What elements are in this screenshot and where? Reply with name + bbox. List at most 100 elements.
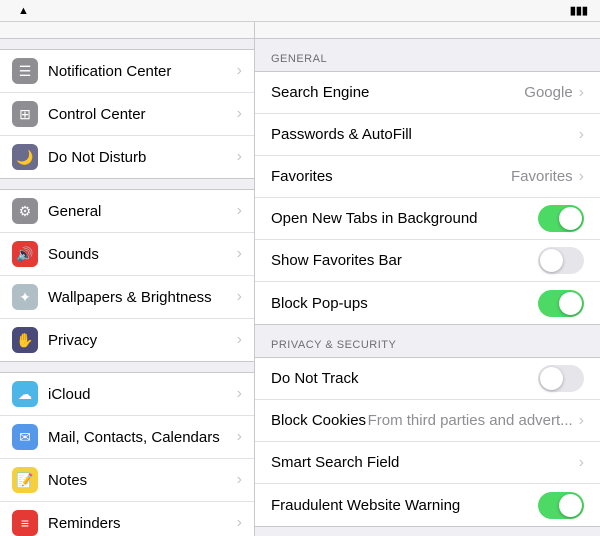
row-label-open-new-tabs: Open New Tabs in Background xyxy=(271,210,538,227)
row-block-popups[interactable]: Block Pop-ups xyxy=(255,282,600,324)
general-chevron-icon: › xyxy=(237,202,242,220)
row-value-block-cookies: From third parties and advert... xyxy=(368,412,573,429)
mail-icon: ✉ xyxy=(12,424,38,450)
toggle-thumb-fraudulent-warning xyxy=(559,494,582,517)
sidebar-item-sounds[interactable]: 🔊 Sounds › xyxy=(0,233,254,276)
notes-chevron-icon: › xyxy=(237,471,242,489)
sidebar-title xyxy=(0,22,254,39)
wallpapers-chevron-icon: › xyxy=(237,288,242,306)
control-center-icon: ⊞ xyxy=(12,101,38,127)
sidebar-item-notes[interactable]: 📝 Notes › xyxy=(0,459,254,502)
control-center-chevron-icon: › xyxy=(237,105,242,123)
row-label-fraudulent-warning: Fraudulent Website Warning xyxy=(271,497,538,514)
general-label: General xyxy=(48,203,101,220)
content-panel: GENERALSearch EngineGoogle›Passwords & A… xyxy=(255,22,600,536)
row-favorites[interactable]: FavoritesFavorites › xyxy=(255,156,600,198)
row-label-block-popups: Block Pop-ups xyxy=(271,295,538,312)
row-label-smart-search: Smart Search Field xyxy=(271,454,579,471)
do-not-disturb-icon: 🌙 xyxy=(12,144,38,170)
row-open-new-tabs[interactable]: Open New Tabs in Background xyxy=(255,198,600,240)
toggle-thumb-block-popups xyxy=(559,292,582,315)
toggle-do-not-track[interactable] xyxy=(538,365,584,392)
main-container: ☰ Notification Center › ⊞ Control Center › 🌙 Do… xyxy=(0,22,600,536)
row-label-show-favorites-bar: Show Favorites Bar xyxy=(271,252,538,269)
sidebar-item-icloud[interactable]: ☁ iCloud › xyxy=(0,373,254,416)
general-icon: ⚙ xyxy=(12,198,38,224)
sidebar-item-reminders[interactable]: ≡Reminders› xyxy=(0,502,254,536)
privacy-link[interactable]: More about Safari and privacy... xyxy=(255,527,600,536)
row-label-search-engine: Search Engine xyxy=(271,84,524,101)
settings-group-general: Search EngineGoogle›Passwords & AutoFill… xyxy=(255,71,600,325)
row-show-favorites-bar[interactable]: Show Favorites Bar xyxy=(255,240,600,282)
row-block-cookies[interactable]: Block CookiesFrom third parties and adve… xyxy=(255,400,600,442)
row-search-engine[interactable]: Search EngineGoogle › xyxy=(255,72,600,114)
row-chevron-smart-search: › xyxy=(579,454,584,472)
sidebar-group-1: ⚙General›🔊Sounds›✦Wallpapers & Brightnes… xyxy=(0,189,254,362)
row-label-block-cookies: Block Cookies xyxy=(271,412,368,429)
sounds-label: Sounds xyxy=(48,246,99,263)
privacy-icon: ✋ xyxy=(12,327,38,353)
row-chevron-search-engine: › xyxy=(579,84,584,102)
sidebar: ☰ Notification Center › ⊞ Control Center › 🌙 Do… xyxy=(0,22,255,536)
toggle-open-new-tabs[interactable] xyxy=(538,205,584,232)
settings-group-privacy: Do Not Track Block CookiesFrom third part… xyxy=(255,357,600,527)
sidebar-item-mail[interactable]: ✉ Mail, Contacts, Calendars › xyxy=(0,416,254,459)
icloud-label: iCloud xyxy=(48,386,91,403)
row-smart-search[interactable]: Smart Search Field› xyxy=(255,442,600,484)
mail-chevron-icon: › xyxy=(237,428,242,446)
sidebar-group-0: ☰ Notification Center › ⊞ Control Center › 🌙 Do… xyxy=(0,49,254,179)
reminders-label: Reminders xyxy=(48,515,121,532)
content-title xyxy=(255,22,600,39)
notification-center-icon: ☰ xyxy=(12,58,38,84)
row-do-not-track[interactable]: Do Not Track xyxy=(255,358,600,400)
row-label-do-not-track: Do Not Track xyxy=(271,370,538,387)
row-passwords[interactable]: Passwords & AutoFill› xyxy=(255,114,600,156)
do-not-disturb-chevron-icon: › xyxy=(237,148,242,166)
status-right: ▮▮▮ xyxy=(566,4,588,17)
sidebar-item-privacy[interactable]: ✋ Privacy › xyxy=(0,319,254,361)
row-label-favorites: Favorites xyxy=(271,168,511,185)
sounds-chevron-icon: › xyxy=(237,245,242,263)
notes-label: Notes xyxy=(48,472,87,489)
sidebar-item-notification-center[interactable]: ☰ Notification Center › xyxy=(0,50,254,93)
row-chevron-block-cookies: › xyxy=(579,412,584,430)
content-sections: GENERALSearch EngineGoogle›Passwords & A… xyxy=(255,39,600,536)
row-fraudulent-warning[interactable]: Fraudulent Website Warning xyxy=(255,484,600,526)
wifi-icon: ▲ xyxy=(18,5,29,17)
row-chevron-passwords: › xyxy=(579,126,584,144)
mail-label: Mail, Contacts, Calendars xyxy=(48,429,220,446)
notification-center-chevron-icon: › xyxy=(237,62,242,80)
icloud-chevron-icon: › xyxy=(237,385,242,403)
sidebar-item-general[interactable]: ⚙ General › xyxy=(0,190,254,233)
notes-icon: 📝 xyxy=(12,467,38,493)
reminders-icon: ≡ xyxy=(12,510,38,536)
toggle-thumb-show-favorites-bar xyxy=(540,249,563,272)
row-value-favorites: Favorites xyxy=(511,168,573,185)
toggle-thumb-open-new-tabs xyxy=(559,207,582,230)
sidebar-groups: ☰ Notification Center › ⊞ Control Center › 🌙 Do… xyxy=(0,49,254,536)
row-chevron-favorites: › xyxy=(579,168,584,186)
wallpapers-label: Wallpapers & Brightness xyxy=(48,289,212,306)
privacy-chevron-icon: › xyxy=(237,331,242,349)
notification-center-label: Notification Center xyxy=(48,63,171,80)
section-title-general: GENERAL xyxy=(255,39,600,71)
toggle-block-popups[interactable] xyxy=(538,290,584,317)
do-not-disturb-label: Do Not Disturb xyxy=(48,149,146,166)
toggle-fraudulent-warning[interactable] xyxy=(538,492,584,519)
toggle-show-favorites-bar[interactable] xyxy=(538,247,584,274)
sounds-icon: 🔊 xyxy=(12,241,38,267)
status-left: ▲ xyxy=(12,5,29,17)
sidebar-item-wallpapers[interactable]: ✦Wallpapers & Brightness› xyxy=(0,276,254,319)
section-title-privacy: PRIVACY & SECURITY xyxy=(255,325,600,357)
sidebar-item-control-center[interactable]: ⊞ Control Center › xyxy=(0,93,254,136)
toggle-thumb-do-not-track xyxy=(540,367,563,390)
sidebar-group-2: ☁ iCloud › ✉ Mail, Contacts, Calendars › 📝 Note… xyxy=(0,372,254,536)
battery-icon: ▮▮▮ xyxy=(570,4,588,17)
privacy-label: Privacy xyxy=(48,332,97,349)
sidebar-item-do-not-disturb[interactable]: 🌙 Do Not Disturb › xyxy=(0,136,254,178)
status-bar: ▲ ▮▮▮ xyxy=(0,0,600,22)
control-center-label: Control Center xyxy=(48,106,146,123)
row-label-passwords: Passwords & AutoFill xyxy=(271,126,579,143)
row-value-search-engine: Google xyxy=(524,84,572,101)
icloud-icon: ☁ xyxy=(12,381,38,407)
